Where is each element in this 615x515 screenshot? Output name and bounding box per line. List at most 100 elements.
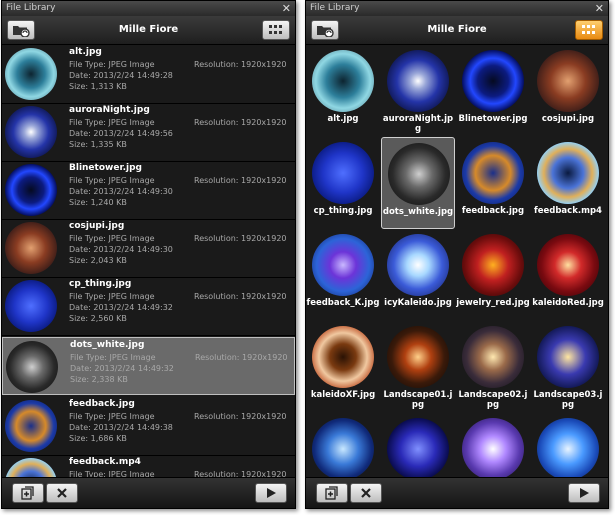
file-name: dots_white.jpg xyxy=(70,340,145,350)
grid-item[interactable]: auroraNight.jpg xyxy=(381,45,455,137)
file-thumbnail xyxy=(5,164,57,216)
file-thumbnail xyxy=(5,106,57,158)
file-list-row[interactable]: auroraNight.jpg File Type: JPEG Image Da… xyxy=(2,103,295,162)
grid-item-label: Landscape03.jpg xyxy=(533,390,603,410)
file-size: 1,335 KB xyxy=(90,140,127,149)
file-list-row[interactable]: cosjupi.jpg File Type: JPEG Image Date: … xyxy=(2,219,295,278)
file-date: 2013/2/24 14:49:30 xyxy=(93,245,173,254)
grid-thumbnail xyxy=(537,234,599,296)
toolbar: Mille Fiore xyxy=(2,16,295,45)
grid-item-selected[interactable]: dots_white.jpg xyxy=(381,137,455,229)
file-date: 2013/2/24 14:49:56 xyxy=(93,129,173,138)
add-file-icon xyxy=(325,486,338,500)
grid-thumbnail xyxy=(312,326,374,388)
folder-sync-button[interactable] xyxy=(7,20,35,40)
grid-item[interactable]: jewelry_red.jpg xyxy=(456,229,530,321)
play-icon xyxy=(580,488,589,498)
file-type-label: File Type: xyxy=(69,118,106,127)
play-button[interactable] xyxy=(255,483,287,503)
play-button[interactable] xyxy=(568,483,600,503)
grid-thumbnail xyxy=(537,418,599,478)
file-resolution-line: Resolution: 1920x1920 xyxy=(194,234,287,243)
file-list-row[interactable]: Blinetower.jpg File Type: JPEG Image Dat… xyxy=(2,161,295,220)
grid-item[interactable] xyxy=(381,413,455,478)
grid-item[interactable]: alt.jpg xyxy=(306,45,380,137)
delete-button[interactable] xyxy=(46,483,78,503)
grid-item[interactable]: icyKaleido.jpg xyxy=(381,229,455,321)
file-list-row[interactable]: alt.jpg File Type: JPEG Image Date: 2013… xyxy=(2,45,295,104)
grid-view-icon xyxy=(269,25,282,34)
file-resolution-line: Resolution: 1920x1920 xyxy=(194,176,287,185)
grid-item-label: feedback.mp4 xyxy=(534,206,602,216)
file-size-line: Size: 1,686 KB xyxy=(69,434,127,443)
grid-item[interactable]: kaleidoXF.jpg xyxy=(306,321,380,413)
grid-item-label: auroraNight.jpg xyxy=(382,114,454,134)
file-resolution: 1920x1920 xyxy=(241,292,287,301)
grid-thumbnail xyxy=(537,326,599,388)
file-date-label: Date: xyxy=(69,187,91,196)
file-thumbnail xyxy=(5,458,57,478)
grid-item[interactable]: kaleidoRed.jpg xyxy=(531,229,605,321)
grid-item-label: Landscape02.jpg xyxy=(458,390,528,410)
file-date: 2013/2/24 14:49:32 xyxy=(94,364,174,373)
grid-item[interactable]: cosjupi.jpg xyxy=(531,45,605,137)
grid-item-label: cp_thing.jpg xyxy=(313,206,373,216)
grid-view-button[interactable] xyxy=(262,20,290,40)
grid-item[interactable]: Landscape03.jpg xyxy=(531,321,605,413)
close-icon[interactable]: ✕ xyxy=(282,1,291,16)
grid-item[interactable]: Blinetower.jpg xyxy=(456,45,530,137)
grid-thumbnail xyxy=(387,418,449,478)
file-thumbnail xyxy=(5,400,57,452)
file-list-row-selected[interactable]: dots_white.jpg File Type: JPEG Image Dat… xyxy=(2,337,295,395)
window-titlebar[interactable]: File Library ✕ xyxy=(2,1,295,16)
grid-item[interactable] xyxy=(456,413,530,478)
file-list[interactable]: alt.jpg File Type: JPEG Image Date: 2013… xyxy=(2,45,295,478)
file-type-label: File Type: xyxy=(69,234,106,243)
grid-item[interactable]: Landscape01.jpg xyxy=(381,321,455,413)
grid-view-button-active[interactable] xyxy=(575,20,603,40)
file-size-line: Size: 2,043 KB xyxy=(69,256,127,265)
file-size: 1,686 KB xyxy=(90,434,127,443)
grid-item[interactable] xyxy=(306,413,380,478)
file-grid[interactable]: alt.jpg auroraNight.jpg Blinetower.jpg c… xyxy=(306,45,608,478)
add-file-button[interactable] xyxy=(316,483,348,503)
file-list-row[interactable]: feedback.mp4 File Type: JPEG Image Resol… xyxy=(2,455,295,478)
file-resolution-line: Resolution: 1920x1920 xyxy=(195,353,288,362)
file-resolution: 1920x1920 xyxy=(241,176,287,185)
file-resolution-label: Resolution: xyxy=(194,292,239,301)
grid-item-label: jewelry_red.jpg xyxy=(456,298,530,308)
file-list-row[interactable]: feedback.jpg File Type: JPEG Image Date:… xyxy=(2,397,295,456)
file-name: feedback.mp4 xyxy=(69,457,141,467)
file-type: JPEG Image xyxy=(108,234,155,243)
grid-item[interactable]: cp_thing.jpg xyxy=(306,137,380,229)
grid-thumbnail xyxy=(462,50,524,112)
file-date-line: Date: 2013/2/24 14:49:30 xyxy=(69,245,173,254)
window-title: File Library xyxy=(6,3,56,13)
close-icon[interactable]: ✕ xyxy=(595,1,604,16)
file-type-line: File Type: JPEG Image xyxy=(69,292,155,301)
window-titlebar[interactable]: File Library ✕ xyxy=(306,1,608,16)
grid-item[interactable]: feedback_K.jpg xyxy=(306,229,380,321)
grid-item-label: icyKaleido.jpg xyxy=(384,298,452,308)
library-title: Mille Fiore xyxy=(118,24,179,35)
file-list-row[interactable]: cp_thing.jpg File Type: JPEG Image Date:… xyxy=(2,277,295,336)
file-type-label: File Type: xyxy=(69,412,106,421)
file-resolution-line: Resolution: 1920x1920 xyxy=(194,292,287,301)
grid-item[interactable]: feedback.mp4 xyxy=(531,137,605,229)
grid-item[interactable] xyxy=(531,413,605,478)
file-type-label: File Type: xyxy=(69,60,106,69)
file-thumbnail xyxy=(5,280,57,332)
file-type-label: File Type: xyxy=(69,176,106,185)
grid-item[interactable]: Landscape02.jpg xyxy=(456,321,530,413)
delete-button[interactable] xyxy=(350,483,382,503)
file-type-line: File Type: JPEG Image xyxy=(69,176,155,185)
folder-sync-icon xyxy=(317,26,334,37)
grid-thumbnail xyxy=(312,418,374,478)
grid-item[interactable]: feedback.jpg xyxy=(456,137,530,229)
file-type: JPEG Image xyxy=(109,353,156,362)
grid-thumbnail xyxy=(312,50,374,112)
grid-item-label: cosjupi.jpg xyxy=(541,114,595,124)
window-title: File Library xyxy=(310,3,360,13)
folder-sync-button[interactable] xyxy=(311,20,339,40)
add-file-button[interactable] xyxy=(12,483,44,503)
